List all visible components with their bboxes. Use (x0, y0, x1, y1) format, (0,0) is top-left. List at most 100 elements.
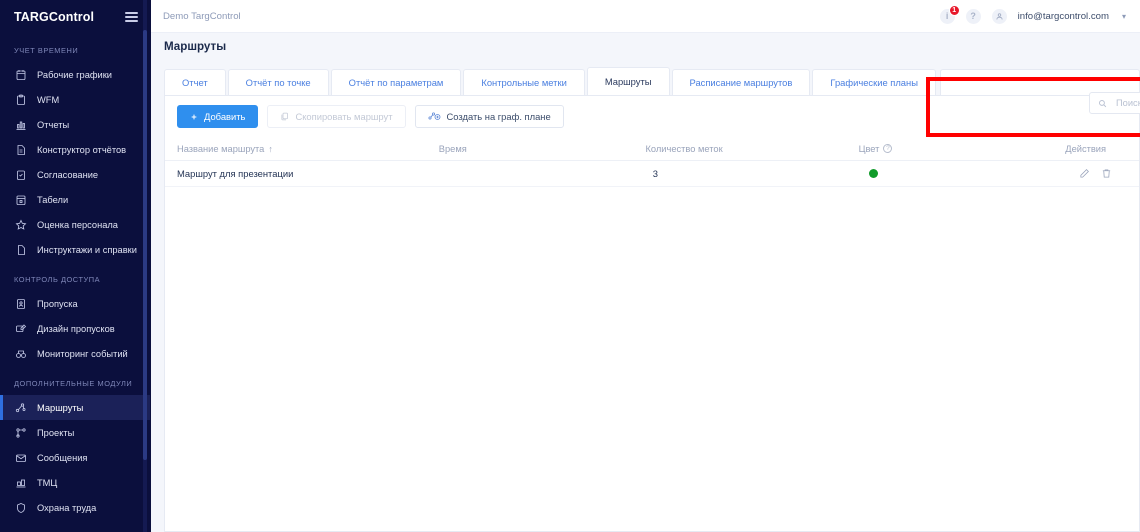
column-header-time[interactable]: Время (439, 144, 646, 154)
content-area: Отчет Отчёт по точке Отчёт по параметрам Ко… (151, 59, 1140, 532)
sidebar-item-label: Пропуска (37, 298, 78, 309)
sidebar-item-1-active[interactable]: Маршруты (0, 395, 150, 420)
pencil-icon[interactable] (1079, 168, 1090, 179)
sidebar-item-label: Инструктажи и справки (37, 244, 137, 255)
clipboard-icon (14, 93, 28, 107)
copy-route-label: Скопировать маршрут (295, 111, 393, 122)
sidebar-item-2[interactable]: Проекты (0, 420, 150, 445)
sidebar-item-3[interactable]: Отчеты (0, 112, 150, 137)
sidebar-item-label: WFM (37, 94, 60, 105)
page-title: Маршруты (164, 39, 227, 53)
sidebar-section-title: ДОПОЛНИТЕЛЬНЫЕ МОДУЛИ (14, 379, 133, 388)
badge-icon (14, 297, 28, 311)
add-button[interactable]: Добавить (177, 105, 259, 128)
search-container (1089, 92, 1140, 114)
sidebar-item-5[interactable]: Охрана труда (0, 495, 150, 520)
tab-7[interactable]: Графические планы (812, 69, 936, 95)
tab-4[interactable]: Контрольные метки (463, 69, 585, 95)
search-input[interactable] (1114, 97, 1140, 109)
column-header-count[interactable]: Количество меток (645, 144, 858, 154)
table-body: Маршрут для презентации 3 (165, 161, 1139, 187)
routes-card: Добавить Скопировать маршрут Создать на … (164, 95, 1140, 532)
info-icon[interactable]: i 1 (939, 4, 960, 24)
column-header-count-label: Количество меток (645, 143, 723, 154)
question-icon[interactable]: ? (965, 8, 981, 24)
sidebar-item-2[interactable]: WFM (0, 87, 150, 112)
sidebar-item-label: Мониторинг событий (37, 348, 128, 359)
document-icon (14, 143, 28, 157)
add-button-label: Добавить (204, 111, 246, 122)
info-glyph: i (945, 11, 949, 21)
cell-route-name: Маршрут для презентации (177, 168, 294, 179)
color-dot (869, 169, 879, 178)
tab-1[interactable]: Отчет (164, 69, 226, 95)
envelope-icon (14, 451, 28, 465)
hamburger-icon[interactable] (125, 11, 138, 22)
checklist-icon (14, 168, 28, 182)
column-header-actions-label: Действия (1065, 143, 1107, 154)
user-avatar-icon[interactable] (991, 8, 1007, 24)
sidebar-item-7[interactable]: Оценка персонала (0, 212, 150, 237)
sidebar-item-label: Маршруты (37, 402, 84, 413)
user-email[interactable]: info@targcontrol.com (1018, 11, 1109, 22)
sidebar-item-label: Табели (37, 194, 69, 205)
top-bar: Demo TargControl i 1 ? info@targcontrol.… (151, 0, 1140, 33)
sidebar-item-label: Сообщения (37, 452, 88, 463)
cell-mark-count: 3 (652, 168, 658, 179)
trash-icon[interactable] (1101, 168, 1112, 179)
sidebar-item-label: Дизайн пропусков (37, 323, 115, 334)
plus-icon (190, 113, 198, 121)
star-icon (14, 218, 28, 232)
column-header-name[interactable]: Название маршрута ↑ (177, 144, 439, 154)
column-header-name-label: Название маршрута (177, 143, 265, 154)
search-box[interactable] (1089, 92, 1140, 114)
cell-color (869, 169, 1079, 178)
page-title-bar: Маршруты (151, 33, 1140, 59)
tab-3[interactable]: Отчёт по параметрам (330, 69, 462, 95)
sidebar-item-label: Охрана труда (37, 502, 97, 513)
sidebar-scrollbar-thumb[interactable] (143, 30, 147, 460)
bar-chart-icon (14, 118, 28, 132)
color-info-icon[interactable]: ? (883, 144, 893, 153)
tab-6[interactable]: Расписание маршрутов (671, 69, 811, 95)
calendar-icon (14, 68, 28, 82)
copy-icon (280, 112, 289, 121)
breadcrumb: Demo TargControl (163, 10, 241, 22)
column-header-color[interactable]: Цвет ? (859, 144, 1066, 154)
shield-icon (14, 501, 28, 515)
sidebar-item-1[interactable]: Рабочие графики (0, 62, 150, 87)
sidebar-item-2[interactable]: Дизайн пропусков (0, 316, 150, 341)
sidebar-item-label: Проекты (37, 427, 75, 438)
sidebar-item-5[interactable]: Согласование (0, 162, 150, 187)
sidebar-item-1[interactable]: Пропуска (0, 291, 150, 316)
sidebar-item-label: Конструктор отчётов (37, 144, 127, 155)
column-header-color-label: Цвет (858, 143, 880, 154)
create-on-plan-label: Создать на граф. плане (446, 111, 551, 122)
sidebar-item-8[interactable]: Инструктажи и справки (0, 237, 150, 262)
sidebar-item-6[interactable]: Табели (0, 187, 150, 212)
sidebar-item-3[interactable]: Мониторинг событий (0, 341, 150, 366)
sidebar-section-title: УЧЕТ ВРЕМЕНИ (14, 46, 79, 55)
sidebar-brand: TARGControl (0, 0, 150, 33)
monitoring-icon (14, 347, 28, 361)
tab-5-active[interactable]: Маршруты (586, 67, 670, 95)
chevron-down-icon[interactable]: ▾ (1122, 12, 1126, 21)
sidebar-item-4[interactable]: ТМЦ (0, 470, 150, 495)
sidebar-item-label: ТМЦ (37, 477, 58, 488)
topbar-actions: i 1 ? info@targcontrol.com ▾ (939, 4, 1126, 24)
sidebar-item-label: Согласование (37, 169, 99, 180)
copy-route-button[interactable]: Скопировать маршрут (267, 105, 406, 128)
create-on-plan-button[interactable]: Создать на граф. плане (414, 105, 564, 128)
sidebar-item-3[interactable]: Сообщения (0, 445, 150, 470)
column-header-time-label: Время (438, 143, 467, 154)
column-header-actions: Действия (1065, 144, 1127, 154)
notification-badge: 1 (948, 4, 960, 16)
tab-2[interactable]: Отчёт по точке (227, 69, 329, 95)
file-icon (14, 243, 28, 257)
brand-title: TARGControl (14, 9, 95, 24)
inventory-icon (14, 476, 28, 490)
table-row[interactable]: Маршрут для презентации 3 (165, 161, 1139, 187)
card-design-icon (14, 322, 28, 336)
toolbar: Добавить Скопировать маршрут Создать на … (165, 96, 1139, 137)
sidebar-item-4[interactable]: Конструктор отчётов (0, 137, 150, 162)
